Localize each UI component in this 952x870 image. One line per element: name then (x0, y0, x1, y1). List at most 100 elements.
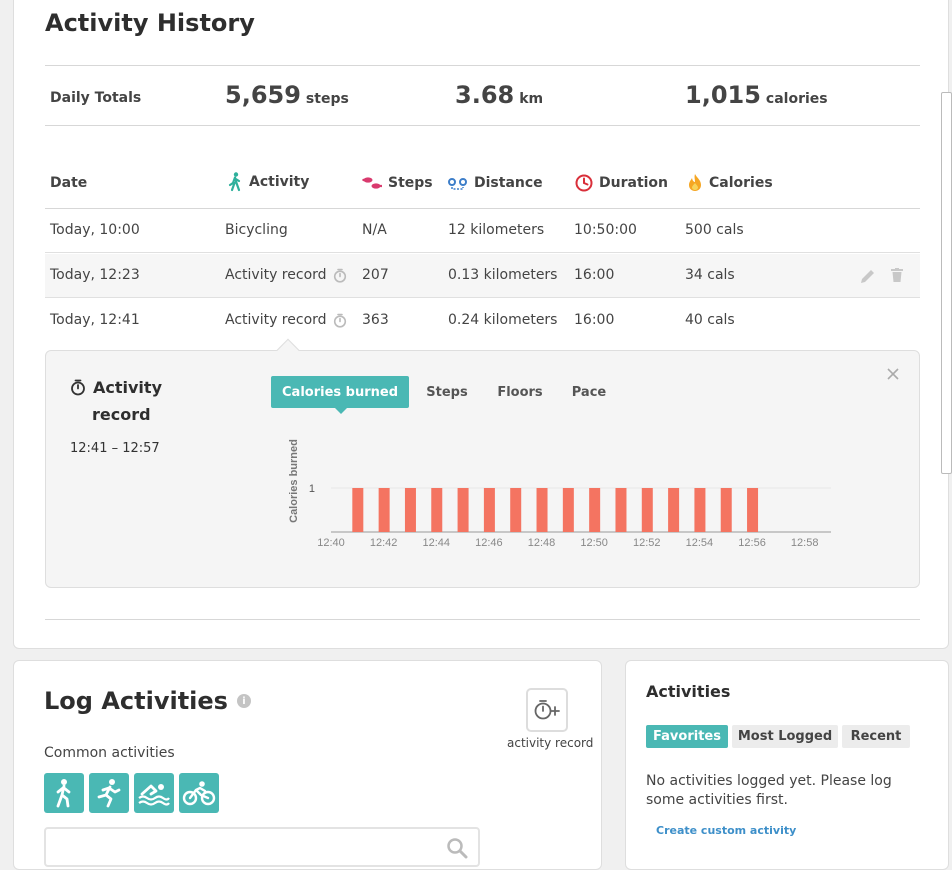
bicycle-icon (182, 781, 216, 806)
chart-x-tick-label: 12:56 (738, 537, 766, 549)
tab-floors[interactable]: Floors (488, 376, 552, 408)
total-distance-value: 3.68 (455, 81, 515, 109)
chart-bar (510, 488, 522, 532)
total-steps: 5,659 steps (225, 81, 349, 109)
empty-message: No activities logged yet. Please log som… (646, 772, 892, 810)
chart-x-tick-label: 12:50 (580, 537, 608, 549)
column-header-date[interactable]: Date (50, 175, 87, 191)
stopwatch-icon (71, 379, 85, 396)
row-activity-label: Activity record (225, 312, 327, 328)
detail-title-line2: record (92, 405, 151, 424)
detail-time-range: 12:41 – 12:57 (70, 441, 160, 456)
detail-title: Activity (70, 378, 162, 397)
scrollbar[interactable] (941, 92, 952, 474)
row-steps: 207 (362, 267, 389, 283)
chart-bar (352, 488, 364, 532)
chart-bar (694, 488, 706, 532)
edit-pencil-icon[interactable] (853, 267, 877, 285)
total-calories-unit: calories (765, 91, 828, 107)
row-duration: 16:00 (574, 267, 615, 283)
chart-x-tick-label: 12:52 (633, 537, 661, 549)
close-icon[interactable] (884, 365, 902, 383)
column-header-distance-label: Distance (474, 175, 543, 191)
stopwatch-icon (333, 313, 346, 328)
chart-bar (562, 488, 574, 532)
swim-activity-button[interactable] (134, 773, 174, 813)
column-header-steps[interactable]: Steps (362, 175, 433, 191)
row-activity[interactable]: Activity record (225, 267, 347, 283)
clock-icon (575, 174, 593, 192)
stopwatch-add-icon (534, 700, 560, 720)
tab-recent[interactable]: Recent (842, 725, 910, 748)
info-icon[interactable]: i (236, 694, 251, 708)
page-title: Activity History (45, 9, 255, 37)
chart-y-axis-label: Calories burned (288, 439, 300, 523)
daily-totals-label: Daily Totals (50, 90, 142, 106)
chart-bar (747, 488, 759, 532)
stopwatch-icon (333, 268, 346, 283)
delete-trash-icon[interactable] (885, 268, 903, 282)
chart-x-tick-label: 12:40 (317, 537, 345, 549)
row-calories: 34 cals (685, 267, 735, 283)
row-calories: 40 cals (685, 312, 735, 328)
row-activity-label: Activity record (225, 267, 327, 283)
tab-favorites[interactable]: Favorites (646, 725, 728, 748)
column-header-steps-label: Steps (388, 175, 433, 191)
chart-x-tick-label: 12:58 (791, 537, 819, 549)
row-steps: 363 (362, 312, 389, 328)
row-duration: 10:50:00 (574, 222, 637, 238)
row-distance: 0.13 kilometers (448, 267, 558, 283)
chart-x-tick-label: 12:46 (475, 537, 503, 549)
bike-activity-button[interactable] (179, 773, 219, 813)
activities-card: Activities Favorites Most Logged Recent … (625, 660, 949, 870)
chart-bar (378, 488, 390, 532)
row-date: Today, 10:00 (50, 222, 140, 238)
chart-x-tick-label: 12:42 (370, 537, 398, 549)
table-row[interactable]: Today, 12:23 Activity record 207 0.13 ki… (45, 254, 920, 298)
chart-bar (483, 488, 495, 532)
divider (45, 65, 920, 66)
row-steps: N/A (362, 222, 387, 238)
divider (45, 619, 920, 620)
create-custom-activity-link[interactable]: Create custom activity (656, 824, 796, 837)
empty-message-line2: some activities first. (646, 792, 788, 808)
column-header-duration[interactable]: Duration (575, 174, 668, 192)
total-steps-unit: steps (305, 91, 349, 107)
activity-record-label: activity record (507, 736, 594, 750)
column-header-calories[interactable]: Calories (687, 173, 773, 192)
swimmer-icon (138, 784, 170, 806)
footprints-icon (362, 177, 382, 189)
log-activities-card: Log Activities i Common activities activ… (13, 660, 602, 870)
chart-y-tick-label: 1 (309, 483, 315, 495)
search-icon (447, 838, 468, 859)
table-row[interactable]: Today, 10:00 Bicycling N/A 12 kilometers… (45, 209, 920, 253)
column-header-date-label: Date (50, 175, 88, 191)
tab-calories-burned[interactable]: Calories burned (271, 376, 409, 414)
column-header-activity[interactable]: Activity (227, 172, 309, 192)
chart-bar (589, 488, 601, 532)
tab-most-logged[interactable]: Most Logged (732, 725, 838, 748)
chart-bar (720, 488, 732, 532)
run-activity-button[interactable] (89, 773, 129, 813)
tab-steps[interactable]: Steps (414, 376, 480, 408)
distance-pin-icon (448, 178, 467, 190)
row-calories: 500 cals (685, 222, 744, 238)
divider (45, 125, 920, 126)
row-activity[interactable]: Bicycling (225, 222, 288, 238)
column-header-duration-label: Duration (599, 175, 669, 191)
tab-pace[interactable]: Pace (560, 376, 618, 408)
walk-activity-button[interactable] (44, 773, 84, 813)
table-row[interactable]: Today, 12:41 Activity record 363 0.24 ki… (45, 299, 920, 343)
chart-bar (457, 488, 469, 532)
chart-x-tick-label: 12:44 (422, 537, 450, 549)
common-activities-label: Common activities (44, 745, 175, 761)
activity-record-button[interactable] (526, 688, 568, 732)
activity-search-input[interactable] (44, 827, 480, 867)
row-date: Today, 12:41 (50, 312, 140, 328)
row-activity[interactable]: Activity record (225, 312, 347, 328)
chart-bar (668, 488, 680, 532)
total-calories: 1,015 calories (685, 81, 828, 109)
column-header-calories-label: Calories (709, 174, 773, 191)
column-header-distance[interactable]: Distance (448, 175, 543, 191)
chart-bar (404, 488, 416, 532)
